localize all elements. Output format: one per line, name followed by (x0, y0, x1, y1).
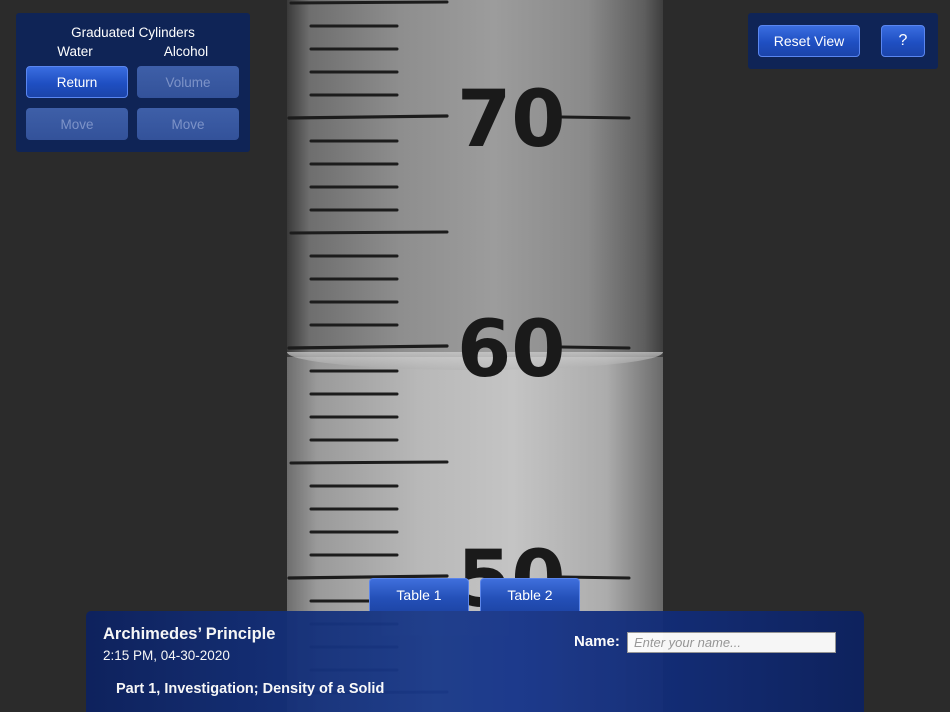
help-button[interactable]: ? (881, 25, 925, 57)
graduated-cylinders-panel: Graduated Cylinders Water Alcohol Return… (16, 13, 250, 152)
timestamp: 2:15 PM, 04-30-2020 (103, 648, 230, 663)
scale-label-70: 70 (457, 75, 566, 165)
view-controls-panel: Reset View ? (748, 13, 938, 69)
cylinder-scale: 70 60 50 (287, 0, 631, 695)
major-tick-right (560, 115, 631, 120)
water-column-label: Water (57, 44, 93, 59)
name-label: Name: (574, 633, 620, 650)
info-panel: Archimedes’ Principle 2:15 PM, 04-30-202… (86, 611, 864, 712)
lab-title: Archimedes’ Principle (103, 625, 276, 643)
alcohol-move-button[interactable]: Move (137, 108, 239, 140)
tab-table-1[interactable]: Table 1 (369, 578, 469, 611)
panel-title: Graduated Cylinders (71, 25, 195, 40)
water-move-button[interactable]: Move (26, 108, 128, 140)
water-return-button[interactable]: Return (26, 66, 128, 98)
graduated-cylinder[interactable]: 70 60 50 (287, 0, 663, 712)
half-tick (289, 230, 449, 235)
half-tick (289, 460, 449, 465)
major-tick (287, 114, 449, 120)
alcohol-volume-button[interactable]: Volume (137, 66, 239, 98)
major-tick-right (560, 345, 631, 350)
major-tick (287, 344, 449, 350)
half-tick (289, 0, 449, 5)
scale-label-60: 60 (457, 305, 566, 395)
lab-subtitle: Part 1, Investigation; Density of a Soli… (116, 681, 385, 697)
alcohol-column-label: Alcohol (163, 44, 209, 59)
reset-view-button[interactable]: Reset View (758, 25, 860, 57)
name-input[interactable] (627, 632, 836, 653)
tab-table-2[interactable]: Table 2 (480, 578, 580, 611)
